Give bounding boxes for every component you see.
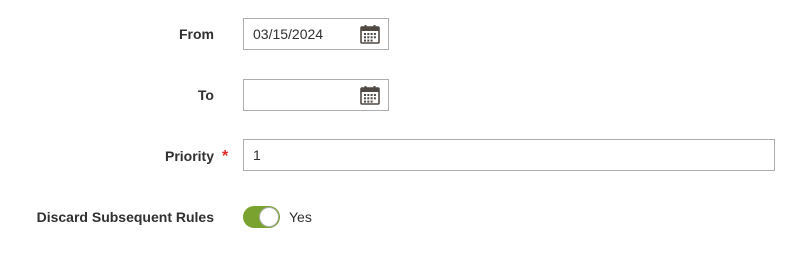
to-date-field[interactable] <box>243 79 389 111</box>
priority-input[interactable]: 1 <box>243 139 775 171</box>
priority-value: 1 <box>253 147 261 163</box>
from-date-value: 03/15/2024 <box>253 26 324 42</box>
to-row: To <box>0 79 795 111</box>
required-indicator: * <box>222 148 229 165</box>
discard-subsequent-rules-row: Discard Subsequent Rules Yes <box>0 206 795 229</box>
to-label: To <box>197 87 214 103</box>
from-row: From 03/15/2024 <box>0 18 795 50</box>
calendar-icon[interactable] <box>360 85 380 105</box>
toggle-knob <box>259 207 279 227</box>
discard-subsequent-rules-label: Discard Subsequent Rules <box>36 209 214 225</box>
discard-subsequent-rules-toggle[interactable] <box>243 206 280 228</box>
from-date-field[interactable]: 03/15/2024 <box>243 18 389 50</box>
priority-row: Priority * 1 <box>0 139 795 171</box>
toggle-state-label: Yes <box>289 209 312 225</box>
from-label: From <box>179 26 214 42</box>
calendar-icon[interactable] <box>360 24 380 44</box>
priority-label: Priority <box>164 148 214 164</box>
